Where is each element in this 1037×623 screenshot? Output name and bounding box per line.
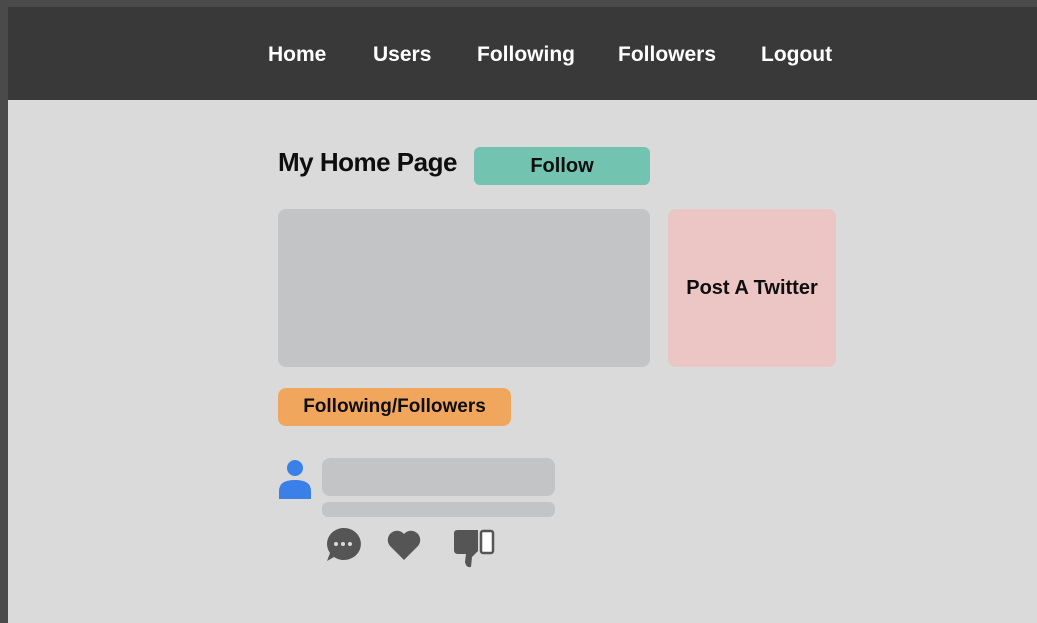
nav-followers[interactable]: Followers xyxy=(618,43,716,67)
top-navbar: Home Users Following Followers Logout xyxy=(8,7,1037,100)
post-content-placeholder xyxy=(322,458,555,496)
comment-icon[interactable] xyxy=(324,526,362,564)
nav-following[interactable]: Following xyxy=(477,43,575,67)
profile-content-placeholder xyxy=(278,209,650,367)
user-icon xyxy=(279,460,311,499)
follow-button[interactable]: Follow xyxy=(474,147,650,185)
nav-users[interactable]: Users xyxy=(373,43,431,67)
nav-logout[interactable]: Logout xyxy=(761,43,832,67)
post-twitter-button[interactable]: Post A Twitter xyxy=(668,209,836,367)
post-meta-placeholder xyxy=(322,502,555,517)
nav-home[interactable]: Home xyxy=(268,43,326,67)
app-frame: Home Users Following Followers Logout My… xyxy=(8,7,1037,623)
thumbs-down-icon[interactable] xyxy=(452,527,496,569)
heart-icon[interactable] xyxy=(385,528,423,562)
page-title: My Home Page xyxy=(278,147,457,177)
following-followers-button[interactable]: Following/Followers xyxy=(278,388,511,426)
